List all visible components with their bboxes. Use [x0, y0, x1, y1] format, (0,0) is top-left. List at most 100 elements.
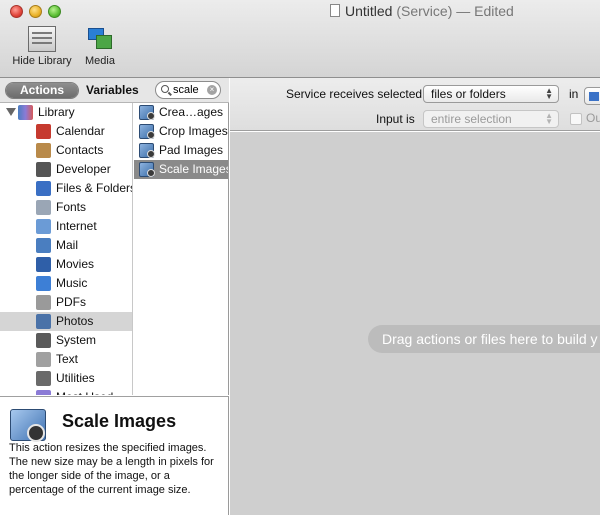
library-header: Actions Variables × [0, 78, 229, 103]
sidebar-item-internet[interactable]: Internet [0, 217, 132, 236]
fonts-icon [36, 200, 51, 215]
action-item-label: Crea…ages [159, 105, 224, 119]
popup-arrows-icon: ▲ ▼ [545, 86, 553, 101]
action-item[interactable]: Scale Images [134, 160, 229, 179]
description-title: Scale Images [62, 411, 177, 431]
clear-search-icon[interactable]: × [207, 85, 217, 95]
image-action-icon [139, 162, 155, 177]
finder-icon [36, 181, 51, 196]
actions-variables-toggle: Actions [5, 82, 79, 99]
description-text: This action resizes the specified images… [9, 442, 214, 496]
input-is-label: Input is [376, 112, 415, 126]
sidebar-item-label: Text [56, 352, 79, 366]
sidebar-item-utilities[interactable]: Utilities [0, 369, 132, 388]
image-action-icon [139, 143, 155, 158]
sidebar-item-fonts[interactable]: Fonts [0, 198, 132, 217]
sidebar-item-calendar[interactable]: Calendar [0, 122, 132, 141]
tab-actions[interactable]: Actions [6, 83, 78, 98]
library-root[interactable]: Library [0, 103, 132, 122]
application-popup[interactable] [584, 87, 600, 105]
sidebar-item-label: PDFs [56, 295, 86, 309]
search-input[interactable] [173, 83, 207, 97]
action-item[interactable]: Crop Images [134, 122, 228, 141]
receives-popup[interactable]: files or folders ▲ ▼ [423, 85, 559, 103]
sidebar-item-label: Internet [56, 219, 97, 233]
sidebar-item-label: Mail [56, 238, 79, 252]
action-item-label: Crop Images [159, 124, 228, 138]
service-config-bar: Service receives selected files or folde… [230, 78, 600, 131]
search-field[interactable]: × [155, 81, 221, 99]
action-item-label: Scale Images [159, 162, 229, 176]
most-used-icon [36, 390, 51, 395]
sidebar-item-label: Photos [56, 314, 94, 328]
scale-images-icon [10, 409, 46, 442]
music-icon [36, 276, 51, 291]
media-button[interactable]: Media [82, 26, 118, 67]
document-icon [330, 4, 340, 17]
action-item-label: Pad Images [159, 143, 224, 157]
image-action-icon [139, 105, 155, 120]
zoom-window-button[interactable] [48, 5, 61, 18]
tab-variables[interactable]: Variables [86, 83, 139, 97]
receives-value: files or folders [431, 87, 506, 101]
input-value: entire selection [431, 112, 512, 126]
sidebar-item-developer[interactable]: Developer [0, 160, 132, 179]
sidebar-item-movies[interactable]: Movies [0, 255, 132, 274]
sidebar-item-label: Developer [56, 162, 111, 176]
photos-icon [36, 314, 51, 329]
sidebar-item-label: Most Used [56, 388, 113, 395]
media-icon [86, 26, 114, 52]
sidebar-item-label: Fonts [56, 200, 87, 214]
sidebar-item-label: Contacts [56, 143, 104, 157]
sidebar-item-photos[interactable]: Photos [0, 312, 132, 331]
window-toolbar: Untitled (Service) — Edited Hide Library… [0, 0, 600, 78]
search-icon [161, 85, 169, 93]
hide-library-button[interactable]: Hide Library [8, 26, 76, 67]
output-label: Ou [586, 111, 600, 125]
popup-arrows-icon: ▲ ▼ [545, 111, 553, 126]
actions-list: Crea…ages Crop Images Pad Images Scale Imag… [134, 103, 229, 395]
library-root-label: Library [38, 105, 75, 119]
minimize-window-button[interactable] [29, 5, 42, 18]
calendar-icon [36, 124, 51, 139]
movies-icon [36, 257, 51, 272]
window-title: Untitled (Service) — Edited [330, 3, 514, 19]
sidebar-item-files-folders[interactable]: Files & Folders [0, 179, 133, 198]
utilities-icon [36, 371, 51, 386]
mail-icon [36, 238, 51, 253]
input-is-popup[interactable]: entire selection ▲ ▼ [423, 110, 559, 128]
media-label: Media [85, 55, 115, 67]
contacts-icon [36, 143, 51, 158]
image-action-icon [139, 124, 155, 139]
disclosure-triangle-icon[interactable] [6, 108, 16, 116]
hide-library-label: Hide Library [12, 55, 72, 67]
close-window-button[interactable] [10, 5, 23, 18]
sidebar-item-system[interactable]: System [0, 331, 132, 350]
library-icon [28, 26, 56, 52]
library-tree: Library Calendar Contacts Developer Files &… [0, 103, 133, 395]
workflow-area[interactable]: Drag actions or files here to build y [230, 132, 600, 515]
developer-icon [36, 162, 51, 177]
sidebar-item-music[interactable]: Music [0, 274, 132, 293]
action-item[interactable]: Crea…ages [134, 103, 228, 122]
service-receives-label: Service receives selected [286, 87, 423, 101]
sidebar-item-label: System [56, 333, 97, 347]
sidebar-item-label: Files & Folders [56, 181, 133, 195]
window-subtitle: (Service) — Edited [396, 3, 514, 19]
sidebar-item-contacts[interactable]: Contacts [0, 141, 132, 160]
system-icon [36, 333, 51, 348]
pdf-icon [36, 295, 51, 310]
action-description: Scale Images This action resizes the spe… [0, 396, 229, 515]
window-title-text: Untitled [345, 3, 393, 19]
output-checkbox[interactable] [570, 113, 582, 125]
sidebar-item-most-used[interactable]: Most Used [0, 388, 132, 395]
sidebar-item-mail[interactable]: Mail [0, 236, 132, 255]
sidebar-item-label: Movies [56, 257, 95, 271]
library-books-icon [18, 105, 33, 120]
sidebar-item-label: Music [56, 276, 88, 290]
sidebar-item-label: Utilities [56, 371, 95, 385]
sidebar-item-pdfs[interactable]: PDFs [0, 293, 132, 312]
sidebar-item-text[interactable]: Text [0, 350, 132, 369]
drag-hint: Drag actions or files here to build y [368, 325, 600, 353]
action-item[interactable]: Pad Images [134, 141, 228, 160]
